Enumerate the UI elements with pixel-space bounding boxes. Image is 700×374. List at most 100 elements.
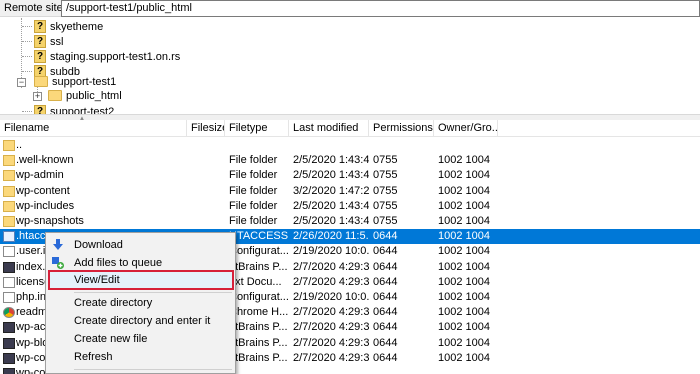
cell-modified: 2/5/2020 1:43:4...	[293, 199, 369, 212]
cell-name: .well-known	[16, 154, 74, 167]
chrome-icon	[3, 307, 15, 319]
cell-modified	[293, 366, 369, 374]
cell-name: ..	[16, 139, 23, 151]
cell-owner: 1002 1004	[438, 199, 490, 212]
cell-size	[189, 138, 223, 153]
cell-type: etBrains P...	[229, 351, 288, 364]
cell-perms: 0644	[373, 351, 398, 364]
folder-icon	[3, 170, 15, 182]
table-row[interactable]: wp-includes File folder 2/5/2020 1:43:4...…	[0, 199, 700, 214]
column-filesize[interactable]: Filesize	[187, 120, 225, 137]
cell-owner: 1002 1004	[438, 275, 490, 288]
cell-modified: 2/5/2020 1:43:4...	[293, 169, 369, 182]
cell-modified: 2/5/2020 1:43:4...	[293, 215, 369, 227]
cell-modified: 2/7/2020 4:29:3...	[293, 306, 369, 319]
cell-name: wp-content	[16, 184, 70, 197]
tree-item-skyetheme[interactable]: ? skyetheme	[34, 19, 103, 34]
remote-path-input[interactable]: /support-test1/public_html	[61, 0, 700, 17]
cell-perms: 0755	[373, 184, 398, 197]
cell-size	[189, 214, 223, 229]
cell-type	[229, 366, 289, 374]
collapse-toggle[interactable]: −	[17, 78, 26, 87]
file-icon	[3, 276, 15, 288]
cell-name: wp-includes	[16, 199, 75, 212]
cell-type: Chrome H...	[229, 306, 289, 319]
cell-type	[229, 138, 289, 153]
table-row[interactable]: ..	[0, 138, 700, 153]
cell-owner	[438, 366, 498, 374]
cell-perms: 0755	[373, 199, 398, 212]
question-folder-icon: ?	[34, 35, 46, 48]
cell-name: wp-snapshots	[16, 215, 84, 227]
table-row[interactable]: wp-snapshots File folder 2/5/2020 1:43:4..…	[0, 214, 700, 229]
cell-perms: 0644	[373, 245, 398, 258]
tree-item-staging[interactable]: ? staging.support-test1.on.rs	[34, 49, 180, 64]
menu-item-refresh[interactable]: Refresh	[46, 348, 235, 366]
tree-item-support-test1[interactable]: support-test1	[34, 74, 116, 89]
menu-item-create-directory[interactable]: Create directory	[46, 294, 235, 312]
file-icon	[3, 292, 15, 303]
tree-item-ssl[interactable]: ? ssl	[34, 34, 63, 49]
table-row[interactable]: wp-content File folder 3/2/2020 1:47:2... 0…	[0, 184, 700, 199]
menu-item-download[interactable]: Download	[46, 236, 235, 254]
cell-owner: 1002 1004	[438, 215, 490, 227]
cell-owner: 1002 1004	[438, 260, 490, 273]
folder-icon	[3, 216, 15, 227]
cell-size	[189, 184, 223, 199]
tree-item-support-test2[interactable]: ? support-test2	[34, 104, 114, 114]
cell-perms: 0644	[373, 230, 398, 243]
column-filename[interactable]: Filename	[0, 120, 187, 137]
cell-perms: 0644	[373, 275, 398, 288]
php-icon	[3, 261, 15, 273]
file-icon	[3, 246, 15, 258]
column-owner-group[interactable]: Owner/Gro...	[434, 120, 498, 137]
cell-type: File folder	[229, 184, 278, 197]
column-permissions[interactable]: Permissions	[369, 120, 434, 137]
php-icon	[3, 337, 15, 349]
cell-perms	[373, 138, 433, 153]
menu-item-view-edit[interactable]: View/Edit	[46, 271, 235, 289]
question-folder-icon: ?	[34, 50, 46, 63]
folder-icon	[3, 140, 15, 151]
cell-modified: 2/26/2020 11:5...	[293, 230, 369, 243]
cell-type: File folder	[229, 215, 278, 227]
cell-owner: 1002 1004	[438, 154, 490, 167]
cell-type: Configurat...	[229, 291, 289, 303]
cell-type: etBrains P...	[229, 321, 288, 334]
folder-icon	[3, 185, 15, 197]
cell-modified: 2/19/2020 10:0...	[293, 245, 369, 258]
cell-owner: 1002 1004	[438, 351, 490, 364]
cell-modified: 2/7/2020 4:29:3...	[293, 321, 369, 334]
cell-modified: 3/2/2020 1:47:2...	[293, 184, 369, 197]
menu-item-create-directory-enter[interactable]: Create directory and enter it	[46, 312, 235, 330]
php-icon	[3, 322, 15, 334]
question-folder-icon: ?	[34, 105, 46, 114]
cell-type: etBrains P...	[229, 260, 288, 273]
cell-owner: 1002 1004	[438, 184, 490, 197]
cell-size	[189, 199, 223, 214]
cell-modified: 2/19/2020 10:0...	[293, 291, 369, 303]
cell-size	[189, 153, 223, 168]
menu-item-create-new-file[interactable]: Create new file	[46, 330, 235, 348]
cell-modified: 2/7/2020 4:29:3...	[293, 275, 369, 288]
cell-perms: 0644	[373, 291, 398, 303]
cell-perms: 0755	[373, 169, 398, 182]
cell-modified: 2/7/2020 4:29:3...	[293, 260, 369, 273]
cell-owner: 1002 1004	[438, 169, 490, 182]
cell-modified	[293, 138, 369, 153]
folder-icon	[48, 90, 62, 101]
download-arrow-icon	[53, 239, 63, 250]
column-last-modified[interactable]: Last modified	[289, 120, 369, 137]
expand-toggle[interactable]: +	[33, 92, 42, 101]
cell-owner: 1002 1004	[438, 245, 490, 258]
column-filetype[interactable]: Filetype	[225, 120, 289, 137]
tree-item-public-html[interactable]: public_html	[48, 88, 122, 103]
cell-owner: 1002 1004	[438, 230, 490, 243]
dotfile-icon	[3, 231, 15, 243]
table-row[interactable]: .well-known File folder 2/5/2020 1:43:4...…	[0, 153, 700, 168]
cell-modified: 2/5/2020 1:43:4...	[293, 154, 369, 167]
table-row[interactable]: wp-admin File folder 2/5/2020 1:43:4... 075…	[0, 168, 700, 183]
menu-separator	[74, 292, 232, 293]
cell-type: Configurat...	[229, 245, 289, 258]
cell-name: wp-admin	[16, 169, 64, 182]
